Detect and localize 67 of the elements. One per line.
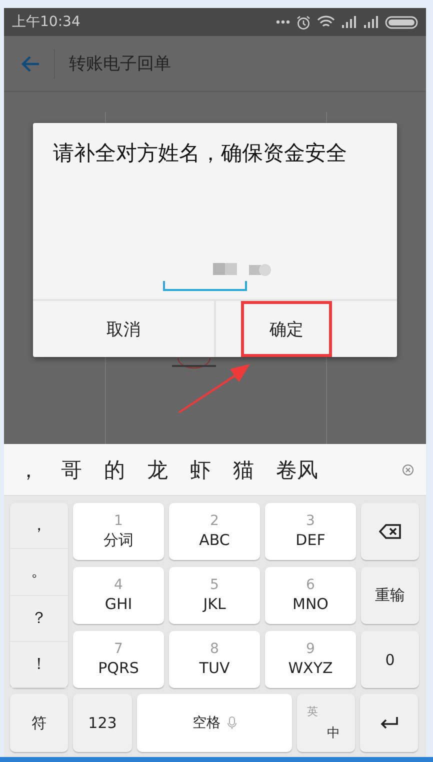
key[interactable]: 重输 <box>361 567 419 624</box>
key[interactable]: 123 <box>73 694 132 752</box>
key-digit: 7 <box>114 641 123 658</box>
candidate-word[interactable]: ， <box>18 456 39 484</box>
backspace-key[interactable] <box>361 503 419 560</box>
key-letters: PQRS <box>98 658 139 678</box>
dialog-button[interactable]: 确定 <box>241 301 332 357</box>
annotation-arrow <box>178 364 250 413</box>
letter-key[interactable]: 2 ABC <box>169 503 260 560</box>
dialog-message: 请补全对方姓名，确保资金安全 <box>52 140 348 167</box>
punctuation-key[interactable]: ！ <box>10 642 68 688</box>
enter-key[interactable] <box>360 694 418 752</box>
key-digit: 5 <box>210 577 219 594</box>
clock-time: 上午10:34 <box>12 13 82 31</box>
key-digit: 9 <box>306 641 315 658</box>
key-letters: GHI <box>104 594 132 614</box>
key-digit: 1 <box>114 513 123 530</box>
candidate-word[interactable]: 虾 <box>190 456 211 484</box>
battery-icon <box>385 16 418 28</box>
candidate-word[interactable]: 猫 <box>233 456 254 484</box>
candidate-word[interactable]: 龙 <box>147 456 168 484</box>
key-digit: 8 <box>210 641 219 658</box>
letter-key[interactable]: 7 PQRS <box>73 631 164 688</box>
signal-icon <box>363 16 379 28</box>
punctuation-key[interactable]: ？ <box>10 596 68 642</box>
clear-icon[interactable] <box>402 464 414 476</box>
english-label: 英 <box>307 704 318 719</box>
punctuation-key[interactable]: ， <box>10 503 68 550</box>
candidate-word[interactable]: 的 <box>104 456 125 484</box>
key-letters: TUV <box>199 658 230 678</box>
key-digit: 6 <box>306 577 315 594</box>
screen-title: 转账电子回单 <box>69 53 171 75</box>
key-digit: 3 <box>306 513 315 530</box>
letter-key[interactable]: 1 分词 <box>73 503 164 560</box>
more-icon <box>276 20 290 24</box>
letter-key[interactable]: 4 GHI <box>73 567 164 624</box>
key-digit: 2 <box>210 513 219 530</box>
key-letters: WXYZ <box>288 658 333 678</box>
microphone-icon <box>226 716 236 730</box>
language-toggle[interactable]: 英 中 <box>297 694 355 752</box>
name-input-field[interactable] <box>163 281 247 291</box>
key-letters: ABC <box>199 530 230 550</box>
letter-key[interactable]: 5 JKL <box>169 567 260 624</box>
key-letters: DEF <box>296 530 326 550</box>
space-key[interactable]: 空格 <box>137 694 292 752</box>
signal-icon <box>341 16 357 28</box>
punctuation-key[interactable]: 。 <box>10 549 68 596</box>
backspace-icon <box>379 524 401 539</box>
key-letters: JKL <box>203 594 226 614</box>
wifi-icon <box>317 15 335 29</box>
dialog-button[interactable]: 取消 <box>33 301 214 357</box>
letter-key[interactable]: 8 TUV <box>169 631 260 688</box>
chinese-label: 中 <box>327 725 340 742</box>
candidate-word[interactable]: 卷风 <box>276 456 318 484</box>
letter-key[interactable]: 3 DEF <box>265 503 356 560</box>
enter-icon <box>379 716 399 730</box>
letter-key[interactable]: 9 WXYZ <box>265 631 356 688</box>
key-digit: 4 <box>114 577 123 594</box>
letter-key[interactable]: 6 MNO <box>265 567 356 624</box>
key[interactable]: 符 <box>10 694 68 752</box>
key-letters: 分词 <box>104 530 134 550</box>
back-arrow-icon <box>20 54 40 72</box>
candidate-word[interactable]: 哥 <box>61 456 82 484</box>
key[interactable]: 0 <box>361 631 419 688</box>
alarm-icon <box>296 14 311 30</box>
stamp-drawing <box>172 357 216 369</box>
key-letters: MNO <box>292 594 328 614</box>
